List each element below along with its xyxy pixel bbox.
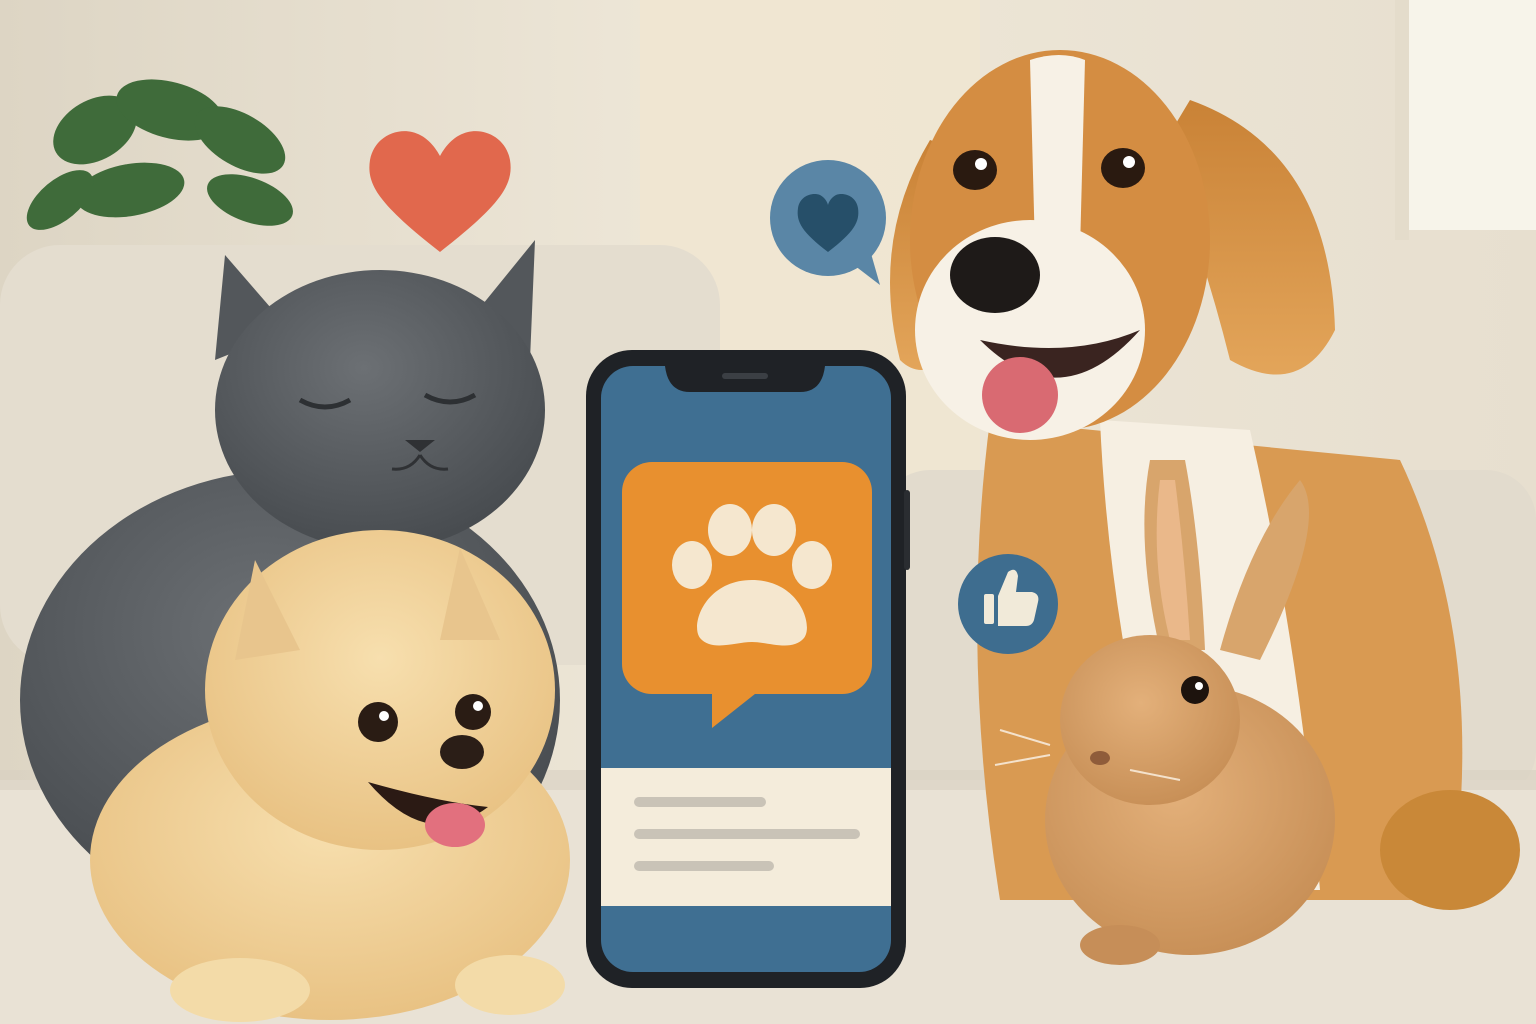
window bbox=[1400, 0, 1536, 230]
post-text-line bbox=[634, 797, 766, 807]
post-text-line bbox=[634, 861, 774, 871]
smartphone bbox=[586, 350, 910, 988]
post-text-line bbox=[634, 829, 860, 839]
thumbs-up-icon bbox=[958, 554, 1058, 654]
window-frame bbox=[1395, 0, 1409, 240]
pet-social-scene bbox=[0, 0, 1536, 1024]
